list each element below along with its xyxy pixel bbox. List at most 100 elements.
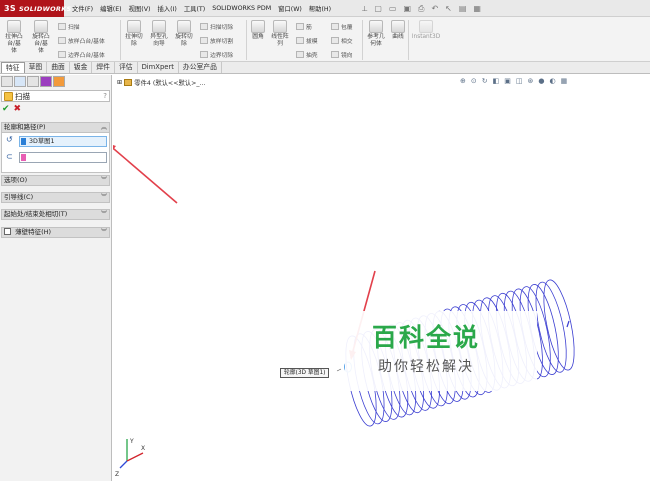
graphics-viewport[interactable]: ⊞ 零件4 (默认<<默认>_... ⊕ ⊙ ↻ ◧ ▣ ◫ ⊛ ● ◐ ▦ Y…	[113, 75, 650, 481]
extrude-cut-label: 拉伸切 除	[125, 34, 143, 47]
ok-check-icon[interactable]: ✔	[2, 104, 10, 114]
config-manager-tab-icon[interactable]	[27, 76, 39, 87]
property-manager-tab-icon[interactable]	[14, 76, 26, 87]
fillet-button[interactable]: 圆角	[249, 20, 267, 41]
model-graphics: Y X Z	[113, 145, 575, 478]
svg-text:Z: Z	[115, 471, 119, 478]
group-thin-feature[interactable]: 薄壁特征(H) ︾	[1, 227, 110, 238]
rib-icon	[296, 23, 304, 30]
menu-pdm[interactable]: SOLIDWORKS PDM	[212, 5, 271, 12]
options-icon[interactable]: ▦	[473, 4, 481, 13]
ref-geometry-button[interactable]: 参考几 何体	[364, 20, 388, 48]
chevron-down-icon: ︾	[100, 194, 107, 201]
menu-insert[interactable]: 插入(I)	[157, 4, 176, 13]
draft-icon	[296, 37, 304, 44]
mirror-icon	[331, 51, 339, 58]
tab-evaluate[interactable]: 评估	[115, 62, 138, 73]
wrap-button[interactable]: 包覆	[331, 22, 353, 31]
boundary-cut-button[interactable]: 边界切除	[200, 50, 233, 59]
swept-cut-button[interactable]: 扫描切除	[200, 22, 233, 31]
extrude-boss-button[interactable]: 拉伸凸 台/基 体	[3, 20, 25, 55]
tab-sketch[interactable]: 草图	[25, 62, 48, 73]
boundary-cut-label: 边界切除	[210, 53, 234, 59]
pm-title-bar: 扫描 ?	[1, 90, 110, 102]
mirror-button[interactable]: 镜向	[331, 50, 353, 59]
watermark-title: 百科全说	[372, 323, 481, 352]
intersect-icon	[331, 37, 339, 44]
display-manager-tab-icon[interactable]	[53, 76, 65, 87]
new-icon[interactable]: ▢	[374, 4, 382, 13]
instant3d-button[interactable]: Instant3D	[410, 20, 442, 41]
draft-button[interactable]: 拔模	[296, 36, 318, 45]
group-guide-curves[interactable]: 引导线(C) ︾	[1, 192, 110, 203]
tab-surfaces[interactable]: 曲面	[47, 62, 70, 73]
wrap-label: 包覆	[341, 25, 353, 31]
lofted-cut-label: 放样切割	[210, 39, 234, 45]
chevron-down-icon: ︾	[100, 211, 107, 218]
profile-selection-value: 3D草图1	[29, 138, 55, 145]
tab-weldments[interactable]: 焊件	[92, 62, 115, 73]
fillet-icon	[251, 20, 265, 33]
tab-sheet-metal[interactable]: 钣金	[70, 62, 93, 73]
hole-wizard-button[interactable]: 异型孔 向导	[148, 20, 170, 48]
extrude-boss-icon	[7, 20, 21, 33]
cancel-x-icon[interactable]: ✖	[14, 104, 22, 114]
menu-file[interactable]: 文件(F)	[72, 4, 93, 13]
group-options-label: 选项(O)	[4, 176, 28, 184]
dimxpert-tab-icon[interactable]	[40, 76, 52, 87]
save-icon[interactable]: ▣	[403, 4, 411, 13]
path-selection-box[interactable]	[19, 152, 107, 163]
quick-access-toolbar: ⟂ ▢ ▭ ▣ ⎙ ↶ ↖ ▤ ▦	[362, 2, 481, 15]
tab-office-products[interactable]: 办公室产品	[179, 62, 222, 73]
group-start-end-tangency[interactable]: 起始处/结束处相切(T) ︾	[1, 209, 110, 220]
profile-callout-label[interactable]: 轮廓(3D 草图1)	[280, 368, 330, 378]
ok-cancel-bar: ✔ ✖	[2, 104, 21, 114]
help-icon[interactable]: ?	[103, 92, 107, 100]
sweep-button[interactable]: 扫描	[58, 22, 80, 31]
group-thin-feature-label: 薄壁特征(H)	[15, 228, 52, 236]
print-icon[interactable]: ⎙	[418, 4, 424, 14]
boundary-boss-label: 边界凸台/基体	[68, 53, 105, 59]
revolve-boss-button[interactable]: 旋转凸 台/基 体	[30, 20, 52, 55]
shell-button[interactable]: 抽壳	[296, 50, 318, 59]
solidworks-logo[interactable]: 3S SOLIDWORKS ▸	[0, 0, 79, 17]
curves-label: 曲线	[392, 34, 404, 40]
group-profile-path[interactable]: 轮廓和路径(P) ︽	[1, 122, 110, 133]
select-icon[interactable]: ↖	[445, 4, 452, 13]
menu-tools[interactable]: 工具(T)	[184, 4, 205, 13]
intersect-label: 相交	[341, 39, 353, 45]
revolve-cut-button[interactable]: 旋转切 除	[173, 20, 195, 48]
thin-feature-checkbox[interactable]	[4, 228, 11, 235]
tab-features[interactable]: 特征	[1, 62, 25, 73]
pin-icon[interactable]: ⟂	[362, 4, 367, 14]
instant3d-icon	[419, 20, 433, 33]
title-bar: 3S SOLIDWORKS ▸ 文件(F) 编辑(E) 视图(V) 插入(I) …	[0, 0, 650, 17]
open-icon[interactable]: ▭	[389, 4, 397, 13]
menu-help[interactable]: 帮助(H)	[309, 4, 331, 13]
rib-button[interactable]: 筋	[296, 22, 312, 31]
extrude-cut-button[interactable]: 拉伸切 除	[123, 20, 145, 48]
command-manager: 拉伸凸 台/基 体 旋转凸 台/基 体 扫描 放样凸台/基体 边界凸台/基体 拉…	[0, 17, 650, 62]
tab-dimxpert[interactable]: DimXpert	[138, 62, 179, 73]
boundary-boss-icon	[58, 51, 66, 58]
manager-tabs	[1, 76, 65, 87]
axis-triad: Y X Z	[115, 438, 145, 478]
undo-icon[interactable]: ↶	[431, 4, 438, 13]
profile-selection-box[interactable]: 3D草图1	[19, 136, 107, 147]
menu-edit[interactable]: 编辑(E)	[100, 4, 122, 13]
loft-button[interactable]: 放样凸台/基体	[58, 36, 105, 45]
sweep-feature-icon	[4, 91, 13, 101]
lofted-cut-button[interactable]: 放样切割	[200, 36, 233, 45]
intersect-button[interactable]: 相交	[331, 36, 353, 45]
menu-window[interactable]: 窗口(W)	[278, 4, 302, 13]
menu-view[interactable]: 视图(V)	[129, 4, 151, 13]
feature-tree-tab-icon[interactable]	[1, 76, 13, 87]
rebuild-icon[interactable]: ▤	[459, 4, 467, 13]
curves-button[interactable]: 曲线	[389, 20, 407, 41]
linear-pattern-button[interactable]: 线性阵 列	[268, 20, 292, 48]
group-options[interactable]: 选项(O) ︾	[1, 175, 110, 186]
boundary-boss-button[interactable]: 边界凸台/基体	[58, 50, 105, 59]
rib-label: 筋	[306, 25, 312, 31]
path-selector-icon: ⊂	[6, 152, 13, 161]
helix-coil	[543, 279, 575, 371]
